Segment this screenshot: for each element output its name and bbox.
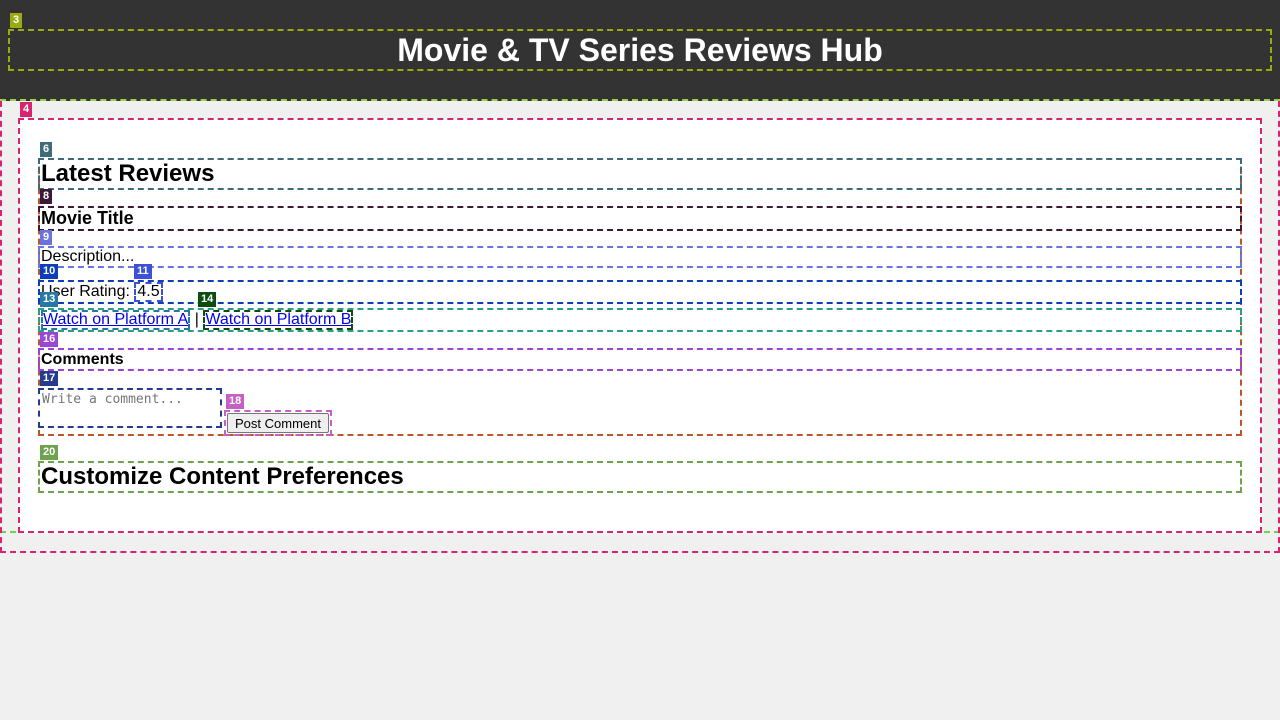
element-index-badge: 4 [20, 102, 33, 117]
app-header: Movie & TV Series Reviews Hub [0, 0, 1280, 101]
element-index-badge: 13 [40, 292, 59, 307]
element-index-badge: 20 [40, 445, 59, 460]
post-comment-button[interactable]: Post Comment [227, 413, 329, 433]
link-separator: | [194, 311, 199, 328]
rating-value: 4.5 [134, 282, 163, 302]
element-index-badge: 17 [40, 371, 59, 386]
element-index-badge: 6 [40, 142, 53, 157]
watch-platform-b-link[interactable]: Watch on Platform B [203, 310, 354, 330]
watch-platform-a-link[interactable]: Watch on Platform A [41, 310, 191, 330]
comment-input[interactable] [38, 388, 222, 428]
element-index-badge: 9 [40, 230, 53, 245]
watch-links-row: Watch on Platform A | Watch on Platform … [38, 308, 1242, 332]
element-index-badge: 11 [134, 264, 152, 279]
latest-reviews-heading: Latest Reviews [38, 158, 1242, 190]
comments-heading: Comments [38, 348, 1242, 371]
post-comment-button-wrapper: Post Comment [224, 410, 332, 436]
element-index-badge: 3 [10, 13, 23, 28]
element-index-badge: 8 [40, 189, 53, 204]
page-title: Movie & TV Series Reviews Hub [8, 29, 1272, 71]
user-rating-row: User Rating: 4.5 [38, 280, 1242, 304]
element-index-badge: 18 [226, 394, 245, 409]
movie-description: Description... [38, 246, 1242, 268]
content-preferences-heading: Customize Content Preferences [38, 461, 1242, 493]
element-index-badge: 16 [40, 332, 59, 347]
element-index-badge: 10 [40, 264, 59, 279]
movie-title: Movie Title [38, 206, 1242, 231]
element-index-badge: 14 [198, 292, 217, 307]
